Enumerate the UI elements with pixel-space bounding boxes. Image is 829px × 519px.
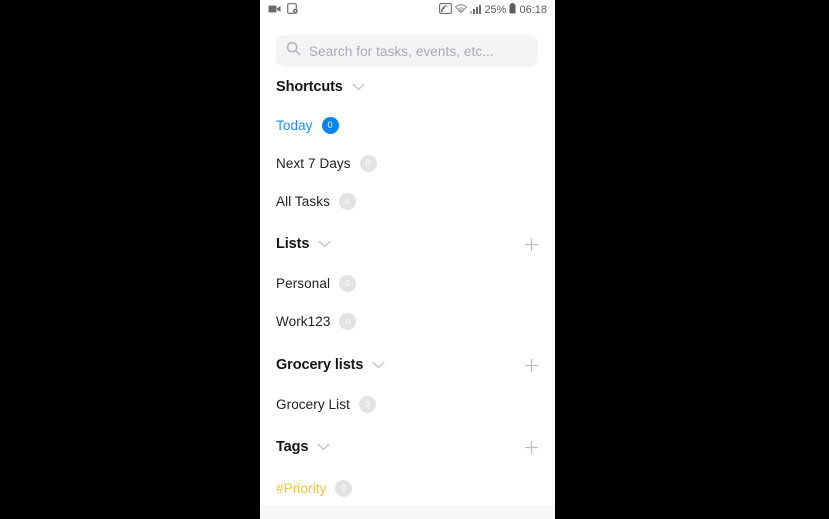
clock-label: 06:18 xyxy=(519,3,547,16)
drawer-item-count: 0 xyxy=(339,312,357,330)
wifi-icon xyxy=(455,1,468,19)
section-title-tags: Tags xyxy=(276,439,309,455)
drawer-item-label: Grocery List xyxy=(276,396,350,412)
section-title-lists: Lists xyxy=(276,236,310,252)
section-header-grocery-lists[interactable]: Grocery lists xyxy=(276,354,541,376)
status-bar-right-icons: 25% 06:18 xyxy=(439,1,547,19)
battery-percent-label: 25% xyxy=(484,3,507,16)
add-tag-button[interactable] xyxy=(521,437,541,457)
drawer-item-work123[interactable]: Work123 0 xyxy=(276,310,357,332)
section-header-shortcuts[interactable]: Shortcuts xyxy=(276,76,541,98)
drawer-item-label: All Tasks xyxy=(276,193,330,209)
drawer-item-label: Today xyxy=(276,117,313,133)
section-header-tags[interactable]: Tags xyxy=(276,436,541,458)
chevron-down-icon[interactable] xyxy=(352,78,365,96)
add-grocery-list-button[interactable] xyxy=(521,355,541,375)
drawer-item-count: 0 xyxy=(321,116,339,134)
battery-icon xyxy=(509,1,516,19)
drawer-item-count: 3 xyxy=(358,395,376,413)
drawer-item-count: 0 xyxy=(339,274,357,292)
drawer-item-today[interactable]: Today 0 xyxy=(276,114,339,136)
search-bar[interactable]: Search for tasks, events, etc... xyxy=(276,35,538,67)
cast-icon xyxy=(439,1,453,19)
drawer-item-count: 0 xyxy=(359,154,377,172)
search-input[interactable]: Search for tasks, events, etc... xyxy=(309,44,494,59)
screenshot-capture-icon xyxy=(287,1,298,19)
drawer-item-count: 0 xyxy=(335,479,353,497)
cellular-signal-icon xyxy=(470,1,482,19)
section-title-grocery-lists: Grocery lists xyxy=(276,357,364,373)
drawer-item-priority-tag[interactable]: #Priority 0 xyxy=(276,477,353,499)
drawer-item-label: Personal xyxy=(276,275,331,291)
search-icon xyxy=(286,41,301,61)
drawer-item-label: #Priority xyxy=(276,480,327,496)
status-bar-left-icons xyxy=(268,1,298,19)
status-bar: 25% 06:18 xyxy=(260,0,555,20)
screenshot-root: 25% 06:18 Search for tasks, events, etc.… xyxy=(0,0,829,519)
drawer-item-count: 0 xyxy=(338,192,356,210)
chevron-down-icon[interactable] xyxy=(372,356,385,374)
navigation-drawer: Shortcuts Today 0 Next 7 Days 0 All Task… xyxy=(260,72,555,505)
section-header-lists[interactable]: Lists xyxy=(276,233,541,255)
drawer-item-label: Next 7 Days xyxy=(276,155,351,171)
drawer-item-personal[interactable]: Personal 0 xyxy=(276,272,357,294)
drawer-item-next-7-days[interactable]: Next 7 Days 0 xyxy=(276,152,377,174)
drawer-item-label: Work123 xyxy=(276,313,331,329)
phone-viewport: 25% 06:18 Search for tasks, events, etc.… xyxy=(260,0,555,519)
drawer-item-all-tasks[interactable]: All Tasks 0 xyxy=(276,190,356,212)
screen-record-icon xyxy=(268,1,281,19)
bottom-bar xyxy=(260,505,555,519)
drawer-item-grocery-list[interactable]: Grocery List 3 xyxy=(276,393,376,415)
add-list-button[interactable] xyxy=(521,234,541,254)
chevron-down-icon[interactable] xyxy=(318,235,331,253)
chevron-down-icon[interactable] xyxy=(317,438,330,456)
section-title-shortcuts: Shortcuts xyxy=(276,79,343,95)
